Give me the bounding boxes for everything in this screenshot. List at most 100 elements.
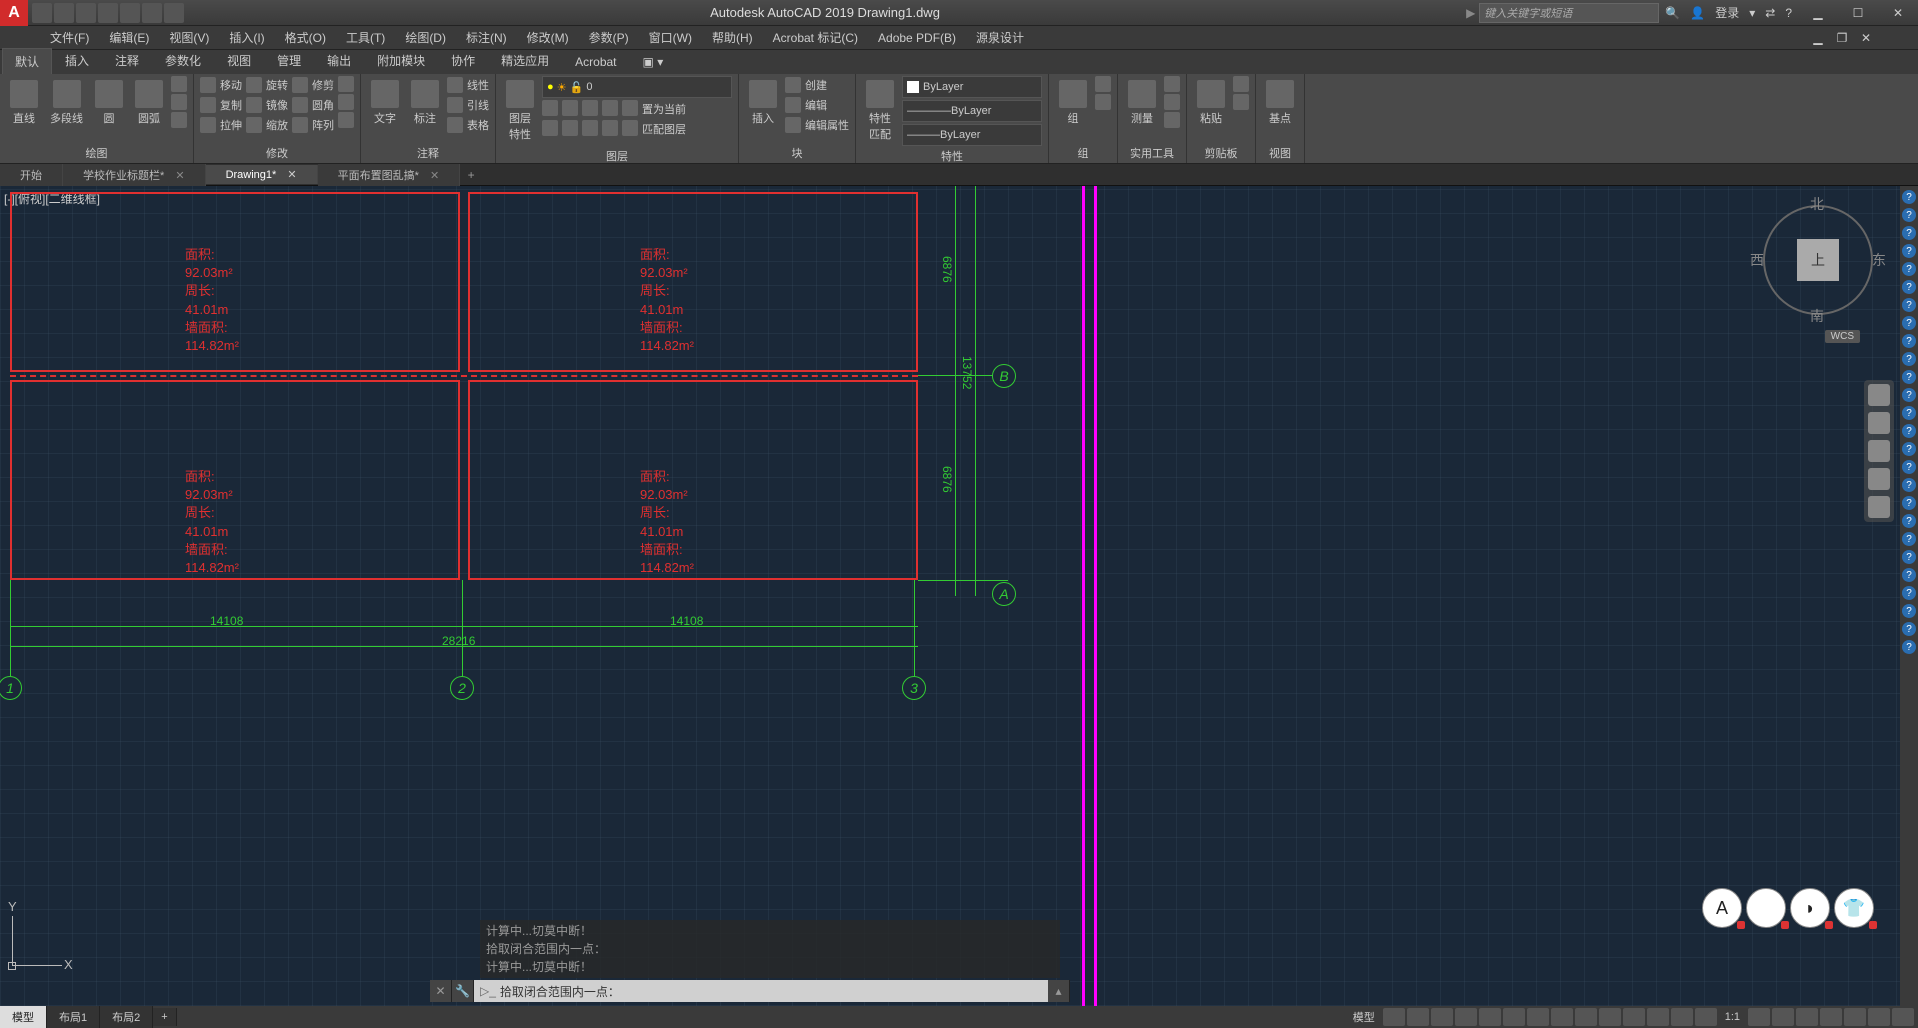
help-icon[interactable]: ?: [1902, 586, 1916, 600]
doc-close-button[interactable]: ✕: [1854, 28, 1878, 48]
help-icon[interactable]: ?: [1902, 640, 1916, 654]
menu-edit[interactable]: 编辑(E): [99, 26, 159, 49]
clip-icon[interactable]: [1233, 76, 1249, 92]
menu-adobe-pdf[interactable]: Adobe PDF(B): [868, 26, 966, 49]
help-icon[interactable]: ?: [1902, 604, 1916, 618]
settings-icon[interactable]: [1748, 1008, 1770, 1026]
modify-extra-icon[interactable]: [338, 76, 354, 92]
modify-extra-icon[interactable]: [338, 112, 354, 128]
widget-blank-icon[interactable]: [1746, 888, 1786, 928]
linear-button[interactable]: 线性: [447, 76, 489, 94]
ribbon-tab-acrobat[interactable]: Acrobat: [562, 50, 629, 74]
widget-text-icon[interactable]: A: [1702, 888, 1742, 928]
paste-button[interactable]: 粘贴: [1193, 76, 1229, 130]
qat-redo-icon[interactable]: [164, 3, 184, 23]
filter-icon[interactable]: [1647, 1008, 1669, 1026]
table-button[interactable]: 表格: [447, 116, 489, 134]
help-icon[interactable]: ?: [1902, 190, 1916, 204]
trim-button[interactable]: 修剪: [292, 76, 334, 94]
help-icon[interactable]: ?: [1902, 424, 1916, 438]
help-icon[interactable]: ?: [1902, 514, 1916, 528]
3dosnap-icon[interactable]: [1599, 1008, 1621, 1026]
qat-new-icon[interactable]: [32, 3, 52, 23]
ortho-toggle-icon[interactable]: [1431, 1008, 1453, 1026]
basepoint-button[interactable]: 基点: [1262, 76, 1298, 130]
menu-modify[interactable]: 修改(M): [517, 26, 579, 49]
ribbon-tab-manage[interactable]: 管理: [264, 47, 314, 74]
file-tab-3[interactable]: 平面布置图乱搞* ✕: [318, 164, 461, 186]
mirror-button[interactable]: 镜像: [246, 96, 288, 114]
ribbon-tab-parametric[interactable]: 参数化: [152, 47, 214, 74]
copy-button[interactable]: 复制: [200, 96, 242, 114]
group-button[interactable]: 组: [1055, 76, 1091, 130]
vc-west[interactable]: 西: [1750, 250, 1764, 270]
help-icon[interactable]: ?: [1902, 334, 1916, 348]
osnap-toggle-icon[interactable]: [1479, 1008, 1501, 1026]
grid-toggle-icon[interactable]: [1383, 1008, 1405, 1026]
vc-north[interactable]: 北: [1810, 194, 1824, 214]
cycling-icon[interactable]: [1575, 1008, 1597, 1026]
help-icon[interactable]: ?: [1902, 352, 1916, 366]
layout-tab-1[interactable]: 布局1: [47, 1006, 100, 1028]
maximize-button[interactable]: ☐: [1838, 0, 1878, 26]
vc-south[interactable]: 南: [1810, 306, 1824, 326]
close-icon[interactable]: ✕: [175, 170, 184, 182]
match-layer-button[interactable]: 匹配图层: [642, 120, 686, 138]
layer-tool-icon[interactable]: [562, 100, 578, 116]
ribbon-tab-collaborate[interactable]: 协作: [438, 47, 488, 74]
layer-tool-icon[interactable]: [622, 120, 638, 136]
cmd-close-icon[interactable]: ✕: [430, 980, 452, 1002]
edit-block-button[interactable]: 编辑: [785, 96, 849, 114]
lineweight-dropdown[interactable]: ———— ByLayer: [902, 100, 1042, 122]
help-icon[interactable]: ?: [1902, 370, 1916, 384]
qat-undo-icon[interactable]: [142, 3, 162, 23]
menu-window[interactable]: 窗口(W): [639, 26, 702, 49]
layer-tool-icon[interactable]: [542, 120, 558, 136]
layer-tool-icon[interactable]: [622, 100, 638, 116]
help-icon[interactable]: ?: [1902, 316, 1916, 330]
close-icon[interactable]: ✕: [287, 169, 296, 181]
viewcube-top-face[interactable]: 上: [1797, 239, 1839, 281]
stretch-button[interactable]: 拉伸: [200, 116, 242, 134]
menu-draw[interactable]: 绘图(D): [395, 26, 456, 49]
polar-toggle-icon[interactable]: [1455, 1008, 1477, 1026]
make-current-button[interactable]: 置为当前: [642, 100, 686, 118]
gizmo-icon[interactable]: [1671, 1008, 1693, 1026]
help-icon[interactable]: ?: [1902, 244, 1916, 258]
snap-toggle-icon[interactable]: [1407, 1008, 1429, 1026]
cmd-config-icon[interactable]: 🔧: [452, 980, 474, 1002]
transparency-icon[interactable]: [1551, 1008, 1573, 1026]
ribbon-tab-featured[interactable]: 精选应用: [488, 47, 562, 74]
help-icon[interactable]: ?: [1902, 550, 1916, 564]
ribbon-tab-default[interactable]: 默认: [2, 48, 52, 74]
minimize-button[interactable]: ▁: [1798, 0, 1838, 26]
draw-extra-icon[interactable]: [171, 76, 187, 92]
lock-ui-icon[interactable]: [1796, 1008, 1818, 1026]
help-icon[interactable]: ?: [1902, 388, 1916, 402]
vc-east[interactable]: 东: [1872, 250, 1886, 270]
file-tab-1[interactable]: 学校作业标题栏* ✕: [63, 164, 206, 186]
menu-file[interactable]: 文件(F): [40, 26, 99, 49]
help-icon[interactable]: ?: [1902, 442, 1916, 456]
menu-tools[interactable]: 工具(T): [336, 26, 395, 49]
login-link[interactable]: 登录: [1715, 4, 1739, 21]
search-input[interactable]: 键入关键字或短语: [1479, 3, 1659, 23]
group-extra-icon[interactable]: [1095, 76, 1111, 92]
help-icon[interactable]: ?: [1902, 298, 1916, 312]
menu-yuanquan[interactable]: 源泉设计: [966, 26, 1034, 49]
layer-tool-icon[interactable]: [582, 100, 598, 116]
menu-view[interactable]: 视图(V): [159, 26, 219, 49]
ribbon-tab-view[interactable]: 视图: [214, 47, 264, 74]
util-icon[interactable]: [1164, 94, 1180, 110]
command-line[interactable]: ✕ 🔧 ▷_拾取闭合范围内一点： ▴: [430, 980, 1070, 1002]
qat-plot-icon[interactable]: [120, 3, 140, 23]
scale-button[interactable]: 缩放: [246, 116, 288, 134]
doc-minimize-button[interactable]: ▁: [1806, 28, 1830, 48]
hardware-icon[interactable]: [1844, 1008, 1866, 1026]
help-icon[interactable]: ?: [1902, 496, 1916, 510]
qat-saveas-icon[interactable]: [98, 3, 118, 23]
workspace-icon[interactable]: [1772, 1008, 1794, 1026]
array-button[interactable]: 阵列: [292, 116, 334, 134]
dyn-ucs-icon[interactable]: [1623, 1008, 1645, 1026]
measure-button[interactable]: 测量: [1124, 76, 1160, 130]
